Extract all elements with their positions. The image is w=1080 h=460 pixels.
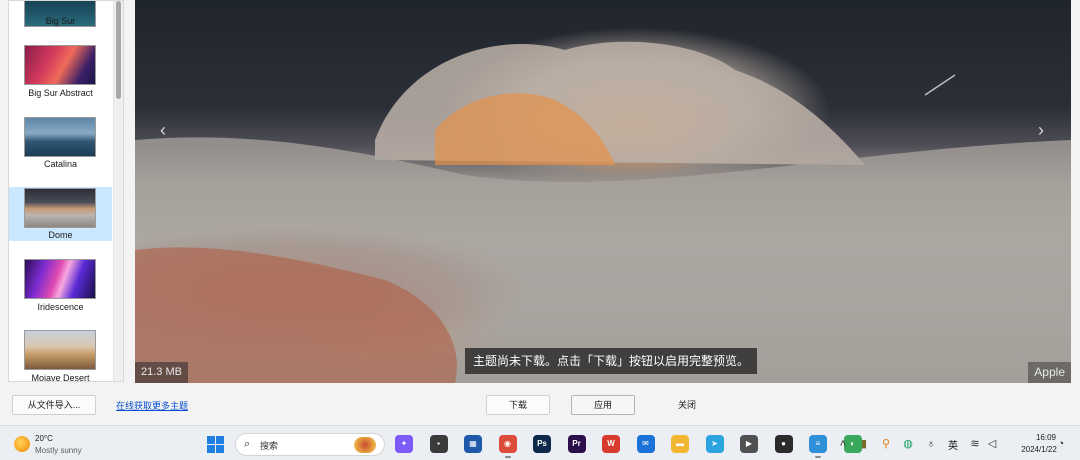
search-tool-icon[interactable]: ⚲	[879, 437, 893, 451]
theme-label: Iridescence	[37, 302, 84, 312]
author-label: Apple	[1028, 362, 1071, 383]
windows-start-icon[interactable]	[207, 436, 224, 453]
theme-label: Big Sur Abstract	[28, 88, 93, 98]
theme-label: Dome	[48, 230, 73, 240]
dome-landscape-illustration	[135, 41, 1071, 383]
import-from-file-button[interactable]: 从文件导入...	[12, 395, 96, 415]
media-player-icon[interactable]: ▶	[740, 435, 758, 453]
running-indicator	[815, 456, 821, 458]
premiere-icon[interactable]: Pr	[567, 435, 586, 453]
telegram-icon[interactable]: ➤	[705, 435, 724, 453]
search-highlight-icon	[354, 437, 376, 453]
dome-thumbnail	[24, 188, 96, 228]
iridescence-thumbnail	[24, 259, 96, 299]
search-icon: ⌕	[244, 438, 251, 450]
file-size-label: 21.3 MB	[135, 362, 188, 383]
taskbar: 20°C Mostly sunny ⌕ 搜索 ✦ ▪ ▦ ◉ Ps Pr W ✉ ▬ ➤ ▶ ● ≡ ◐ …	[0, 425, 1080, 460]
chevron-right-icon[interactable]: ›	[1031, 118, 1051, 142]
wps-icon[interactable]: W	[602, 435, 620, 453]
chevron-left-icon[interactable]: ‹	[153, 118, 173, 142]
weather-temperature[interactable]: 20°C	[35, 434, 53, 443]
notification-bell-icon[interactable]: ◔	[1054, 437, 1068, 451]
mojave-desert-thumbnail	[24, 330, 96, 370]
volume-icon[interactable]: ◁	[985, 437, 999, 451]
task-view-icon[interactable]: ▪	[429, 435, 448, 453]
comet-streak	[924, 74, 956, 96]
close-button[interactable]: 关闭	[655, 395, 719, 415]
search-placeholder: 搜索	[260, 441, 279, 451]
big-sur-abstract-thumbnail	[24, 45, 96, 85]
theme-list-scrollbar[interactable]	[113, 1, 123, 381]
microphone-icon[interactable]: ♁	[924, 437, 938, 451]
taskbar-search-input[interactable]: ⌕ 搜索	[235, 433, 385, 456]
theme-label: Catalina	[43, 159, 78, 169]
theme-item-iridescence[interactable]: Iridescence	[9, 256, 112, 312]
network-monitor-icon[interactable]: ▮	[857, 437, 871, 451]
input-method-indicator[interactable]: 英	[948, 437, 958, 452]
theme-item-big-sur-abstract[interactable]: Big Sur Abstract	[9, 41, 112, 98]
theme-item-catalina[interactable]: Catalina	[9, 113, 112, 169]
wifi-icon[interactable]: ≋	[968, 437, 982, 451]
preview-caption: 主题尚未下载。点击「下载」按钮以启用完整预览。	[465, 348, 758, 374]
running-indicator	[504, 456, 511, 458]
photoshop-icon[interactable]: Ps	[533, 435, 551, 453]
apply-button[interactable]: 应用	[571, 395, 635, 415]
theme-label: Big Sur	[45, 16, 76, 26]
theme-item-dome[interactable]: Dome	[9, 187, 112, 241]
theme-item-mojave-desert[interactable]: Mojave Desert	[9, 327, 112, 381]
theme-item-big-sur[interactable]: Big Sur	[9, 1, 112, 27]
scrollbar-thumb[interactable]	[116, 1, 121, 99]
notepad-icon[interactable]: ≡	[809, 435, 827, 453]
copilot-icon[interactable]: ✦	[395, 435, 413, 453]
security-icon[interactable]: ◍	[901, 437, 915, 451]
mail-icon[interactable]: ✉	[636, 435, 655, 453]
theme-list[interactable]: Big Sur Big Sur Abstract Catalina Dome I…	[8, 0, 124, 382]
chrome-icon[interactable]: ◉	[498, 435, 517, 453]
microsoft-store-icon[interactable]: ▦	[464, 435, 482, 453]
theme-dialog-window: Big Sur Big Sur Abstract Catalina Dome I…	[0, 0, 1080, 460]
theme-label: Mojave Desert	[31, 373, 90, 382]
file-explorer-icon[interactable]: ▬	[671, 435, 689, 453]
catalina-thumbnail	[24, 117, 96, 157]
obs-icon[interactable]: ●	[774, 435, 793, 453]
weather-description[interactable]: Mostly sunny	[35, 446, 82, 455]
get-more-themes-link[interactable]: 在线获取更多主题	[116, 399, 188, 412]
chevron-up-icon[interactable]: ˄	[836, 437, 850, 451]
wallpaper-preview: ‹ › 主题尚未下载。点击「下载」按钮以启用完整预览。 21.3 MB Appl…	[135, 0, 1071, 383]
sun-icon[interactable]	[14, 436, 30, 452]
download-button[interactable]: 下载	[486, 395, 550, 415]
